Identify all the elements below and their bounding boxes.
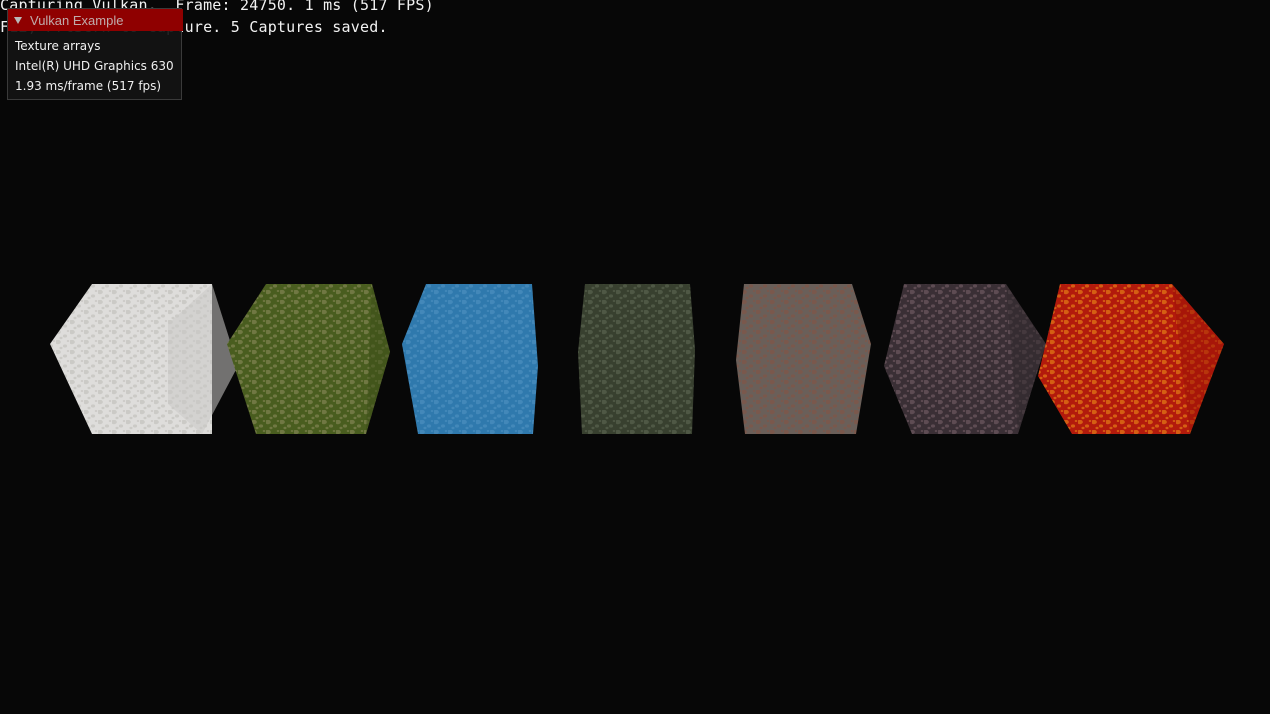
imgui-title-bar[interactable]: Vulkan Example bbox=[8, 9, 183, 31]
imgui-window[interactable]: Vulkan Example Texture arrays Intel(R) U… bbox=[7, 8, 183, 100]
water-cube bbox=[402, 284, 538, 434]
water-cube-front-face bbox=[402, 284, 538, 434]
grass-cube bbox=[227, 284, 390, 434]
stone-layers-cube-front-face bbox=[736, 284, 871, 434]
frame-time-label: 1.93 ms/frame (517 fps) bbox=[15, 79, 162, 93]
collapse-arrow-icon[interactable] bbox=[14, 17, 22, 24]
cube-scene bbox=[50, 284, 1224, 434]
grass-cube-front-face bbox=[227, 284, 390, 434]
stone-layers-cube bbox=[736, 284, 871, 434]
rock-cube-front-face bbox=[578, 284, 695, 434]
gpu-name-label: Intel(R) UHD Graphics 630 bbox=[15, 59, 174, 73]
lava-cube bbox=[1038, 284, 1224, 434]
render-viewport[interactable]: Capturing Vulkan. Frame: 24750. 1 ms (51… bbox=[0, 0, 1270, 714]
rock-cube bbox=[578, 284, 695, 434]
imgui-window-title: Vulkan Example bbox=[30, 12, 124, 28]
snow-cube bbox=[50, 284, 238, 434]
gravel-cube bbox=[884, 284, 1046, 434]
example-name-label: Texture arrays bbox=[15, 39, 101, 53]
